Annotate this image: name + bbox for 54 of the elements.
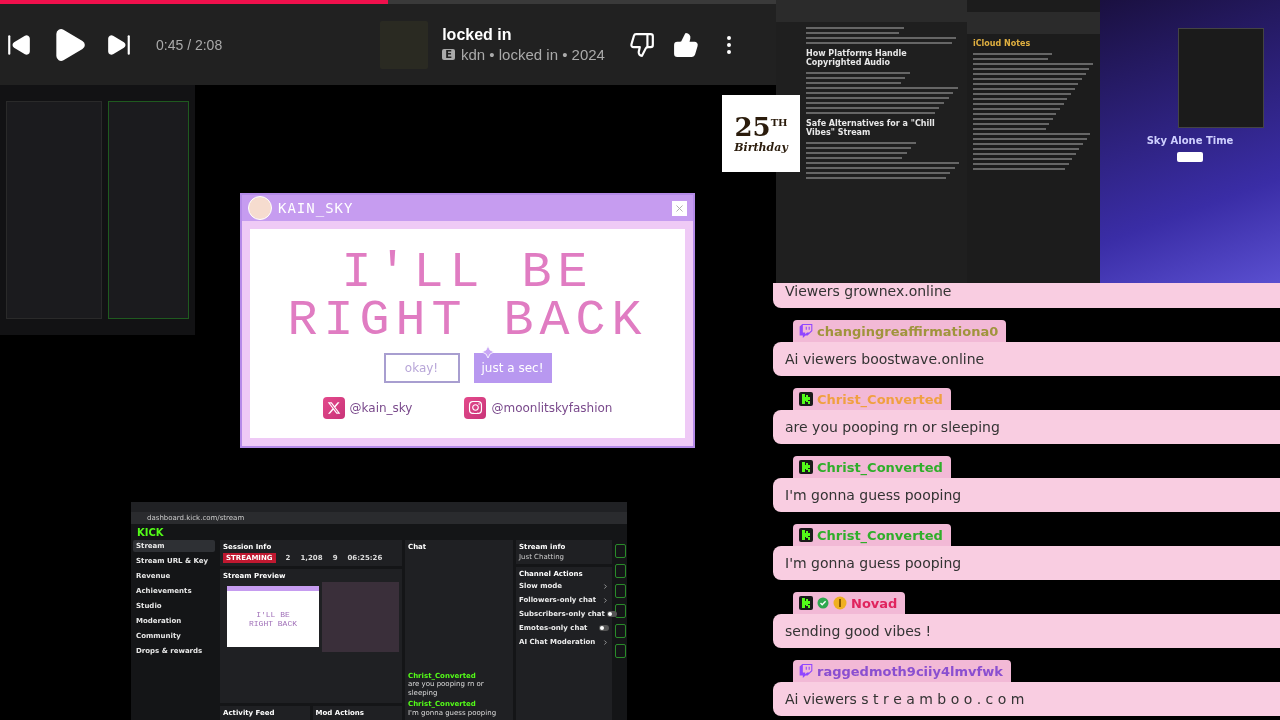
chat-message: I'm gonna guess pooping [785,555,962,571]
chat-message: Ai viewers s t r e a m b o o . c o m [785,691,1025,707]
article-heading: How Platforms Handle Copyrighted Audio [806,49,908,67]
channel-name: KAIN_SKY [278,200,355,216]
x-logo-icon [322,396,345,419]
chat-message: Viewers grownex.online [785,283,952,299]
article-heading: Safe Alternatives for a "Chill Vibes" Stream [806,119,936,137]
stream-title: Sky Alone Time [1146,135,1234,146]
k-logo-icon [799,460,813,474]
tool-button[interactable] [615,564,626,578]
explicit-badge: E [442,49,455,60]
chevron-icon [602,638,609,646]
k-logo-icon [799,528,813,542]
check-badge-icon [817,597,829,609]
chat-message: I'm gonna guess pooping [785,487,962,503]
logo: KICK [137,526,164,538]
tool-button[interactable] [615,544,626,558]
playback-time: 0:45 / 2:08 [156,36,223,53]
toggle-switch[interactable] [599,625,609,631]
avatar-placeholder [248,196,272,220]
tool-button[interactable] [615,644,626,658]
chat-username: Christ_Converted [817,391,943,407]
chat-bubble-logo-icon [799,324,813,338]
song-title: locked in [442,26,513,44]
social-handle: @moonlitskyfashion [491,400,613,415]
sparkle-icon [481,345,494,358]
camera-logo-icon [464,396,487,419]
chat-bubble-logo-icon [799,664,813,678]
sticker-number: 25$^{TH}$ [734,114,788,140]
k-logo-icon [799,392,813,406]
tool-button[interactable] [615,604,626,618]
social-handle: @kain_sky [349,400,413,415]
k-logo-icon [799,596,813,610]
thumbs-up-icon[interactable] [672,31,699,58]
chat-username: changingreaffirmationa0 [817,323,999,339]
chat-username: raggedmoth9ciiy4lmvfwk [817,663,1003,679]
close-icon [674,202,685,214]
tool-button[interactable] [615,624,626,638]
coin-badge-icon [833,596,847,610]
chat-message: sending good vibes ! [785,623,932,639]
chat-message: Ai viewers boostwave.online [785,351,985,367]
toggle-switch[interactable] [606,611,617,617]
thumbs-down-icon[interactable] [628,31,655,58]
chat-username: Novad [851,595,898,611]
notes-app-title: iCloud Notes [972,39,1032,48]
song-subtitle: kdn • locked in • 2024 [461,46,605,63]
progress-track[interactable] [0,0,776,4]
sticker-text: Birthday [734,142,788,153]
tool-button[interactable] [615,584,626,598]
chat-username: Christ_Converted [817,527,943,543]
chat-username: Christ_Converted [817,459,943,475]
be-right-back-headline: I'LL BE RIGHT BACK [287,248,648,345]
chat-message: are you pooping rn or sleeping [785,419,1000,435]
preview-headline: I'LL BE RIGHT BACK [249,610,297,628]
